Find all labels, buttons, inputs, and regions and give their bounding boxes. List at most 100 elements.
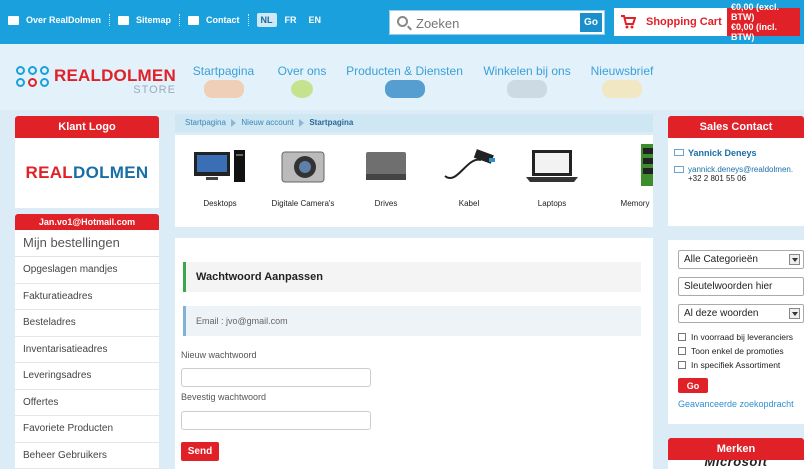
brand-logo-text: Microsoft: [704, 460, 768, 469]
checkbox-icon[interactable]: [678, 361, 686, 369]
top-link-about[interactable]: Over RealDolmen: [26, 15, 101, 25]
menu-item[interactable]: Favoriete Producten: [15, 416, 159, 443]
category-label: Desktops: [203, 199, 237, 208]
top-link-sitemap[interactable]: Sitemap: [136, 15, 171, 25]
nav-label: Nieuwsbrief: [590, 64, 654, 78]
checkbox-assortment[interactable]: In specifiek Assortiment: [678, 359, 800, 371]
menu-title[interactable]: Mijn bestellingen: [15, 230, 159, 257]
nav-label: Winkelen bij ons: [483, 64, 571, 78]
checkbox-in-stock[interactable]: In voorraad bij leveranciers: [678, 331, 800, 343]
cart-label: Shopping Cart :: [641, 8, 727, 56]
contact-email[interactable]: yannick.deneys@realdolmen.: [688, 165, 793, 174]
category-memory[interactable]: Memory: [590, 135, 653, 208]
send-button[interactable]: Send: [181, 442, 219, 461]
top-link-contact[interactable]: Contact: [206, 15, 240, 25]
confirm-password-input[interactable]: [181, 411, 371, 430]
category-select[interactable]: Alle Categorieën: [678, 250, 804, 269]
lang-fr[interactable]: FR: [281, 13, 301, 27]
menu-item[interactable]: Inventarisatieadres: [15, 337, 159, 363]
menu-item[interactable]: Fakturatieadres: [15, 284, 159, 310]
category-label: Laptops: [537, 199, 567, 208]
main-nav: Startpagina Over ons Producten & Dienste…: [180, 64, 662, 100]
category-desktops[interactable]: Desktops: [175, 135, 265, 208]
category-label: Memory: [620, 199, 650, 208]
client-logo: REAL DOLMEN: [15, 138, 159, 208]
contact-phone: +32 2 801 55 06: [688, 174, 747, 183]
category-select-value: Alle Categorieën: [684, 254, 758, 265]
chevron-down-icon: [789, 308, 800, 319]
category-drives[interactable]: Drives: [341, 135, 431, 208]
brands-title: Merken: [668, 438, 804, 460]
nav-art-icon: [291, 80, 313, 98]
site-logo[interactable]: REALDOLMEN STORE: [16, 66, 176, 96]
desktop-icon: [175, 135, 265, 197]
sales-contact: Yannick Deneys yannick.deneys@realdolmen…: [668, 138, 804, 226]
client-logo-dolmen: DOLMEN: [73, 163, 149, 182]
info-icon: [8, 15, 19, 25]
divider: [247, 14, 249, 26]
logo-mark-icon: [16, 66, 50, 96]
cart-incl: €0,00 (incl. BTW): [730, 22, 777, 42]
contact-icon: [188, 15, 200, 25]
search-go-button[interactable]: Go: [580, 13, 602, 32]
shopping-cart[interactable]: Shopping Cart : €0,00 (excl. BTW) €0,00 …: [614, 2, 800, 56]
right-sidebar: Sales Contact Yannick Deneys yannick.den…: [668, 116, 804, 469]
client-logo-real: REAL: [25, 163, 73, 182]
nav-art-icon: [384, 80, 425, 98]
cart-amount: €0,00 (excl. BTW) €0,00 (incl. BTW): [727, 2, 800, 42]
chevron-down-icon: [789, 254, 800, 265]
nav-art-icon: [203, 80, 244, 98]
lang-en[interactable]: EN: [305, 13, 326, 27]
nav-nieuwsbrief[interactable]: Nieuwsbrief: [582, 64, 662, 100]
menu-item[interactable]: Opgeslagen mandjes: [15, 257, 159, 284]
category-laptops[interactable]: Laptops: [507, 135, 597, 208]
divider: [109, 14, 111, 26]
menu-item[interactable]: Leveringsadres: [15, 363, 159, 390]
nav-label: Startpagina: [192, 64, 255, 78]
client-logo-title: Klant Logo: [15, 116, 159, 138]
mail-icon: [674, 166, 684, 173]
contact-email-row: yannick.deneys@realdolmen. +32 2 801 55 …: [674, 165, 798, 183]
nav-winkelen[interactable]: Winkelen bij ons: [472, 64, 582, 100]
search-input[interactable]: [416, 14, 566, 32]
logo-brand: REALDOLMEN: [54, 65, 176, 85]
checkbox-label: In voorraad bij leveranciers: [691, 332, 794, 342]
top-bar: Over RealDolmen Sitemap Contact NL FR EN…: [0, 0, 804, 56]
nav-over-ons[interactable]: Over ons: [267, 64, 337, 100]
breadcrumb-item[interactable]: Nieuw account: [241, 118, 293, 127]
nav-startpagina[interactable]: Startpagina: [180, 64, 267, 100]
menu-item[interactable]: Beheer Gebruikers: [15, 443, 159, 469]
drive-icon: [341, 135, 431, 197]
category-label: Drives: [374, 199, 398, 208]
filter-go-button[interactable]: Go: [678, 378, 708, 393]
breadcrumb: Startpagina Nieuw account Startpagina: [175, 114, 653, 132]
category-cameras[interactable]: Digitale Camera's: [258, 135, 348, 208]
lang-nl[interactable]: NL: [256, 13, 277, 27]
nav-producten[interactable]: Producten & Diensten: [337, 64, 472, 100]
keyword-input[interactable]: Sleutelwoorden hier: [678, 277, 804, 296]
category-kabel[interactable]: Kabel: [424, 135, 514, 208]
left-sidebar: Klant Logo REAL DOLMEN Jan.vo1@Hotmail.co…: [15, 116, 159, 469]
new-password-input[interactable]: [181, 368, 371, 387]
memory-icon: [590, 135, 653, 197]
words-select-value: Al deze woorden: [684, 308, 759, 319]
new-password-label: Nieuw wachtwoord: [181, 350, 257, 360]
camera-icon: [258, 135, 348, 197]
words-select[interactable]: Al deze woorden: [678, 304, 804, 323]
checkbox-icon[interactable]: [678, 347, 686, 355]
brands-panel: Merken Microsoft: [668, 438, 804, 469]
nav-label: Producten & Diensten: [346, 64, 463, 78]
menu-item[interactable]: Besteladres: [15, 310, 159, 337]
advanced-search-link[interactable]: Geavanceerde zoekopdracht: [678, 399, 800, 409]
sitemap-icon: [118, 15, 130, 25]
checkbox-icon[interactable]: [678, 333, 686, 341]
form-email: Email : jvo@gmail.com: [183, 306, 641, 336]
contact-name[interactable]: Yannick Deneys: [688, 148, 757, 158]
breadcrumb-item[interactable]: Startpagina: [185, 118, 226, 127]
search-icon: [397, 16, 408, 27]
menu-item[interactable]: Offertes: [15, 390, 159, 416]
category-label: Digitale Camera's: [271, 199, 335, 208]
user-email[interactable]: Jan.vo1@Hotmail.com: [15, 214, 159, 230]
checkbox-promotions[interactable]: Toon enkel de promoties: [678, 345, 800, 357]
brand-logo[interactable]: Microsoft: [668, 460, 804, 469]
